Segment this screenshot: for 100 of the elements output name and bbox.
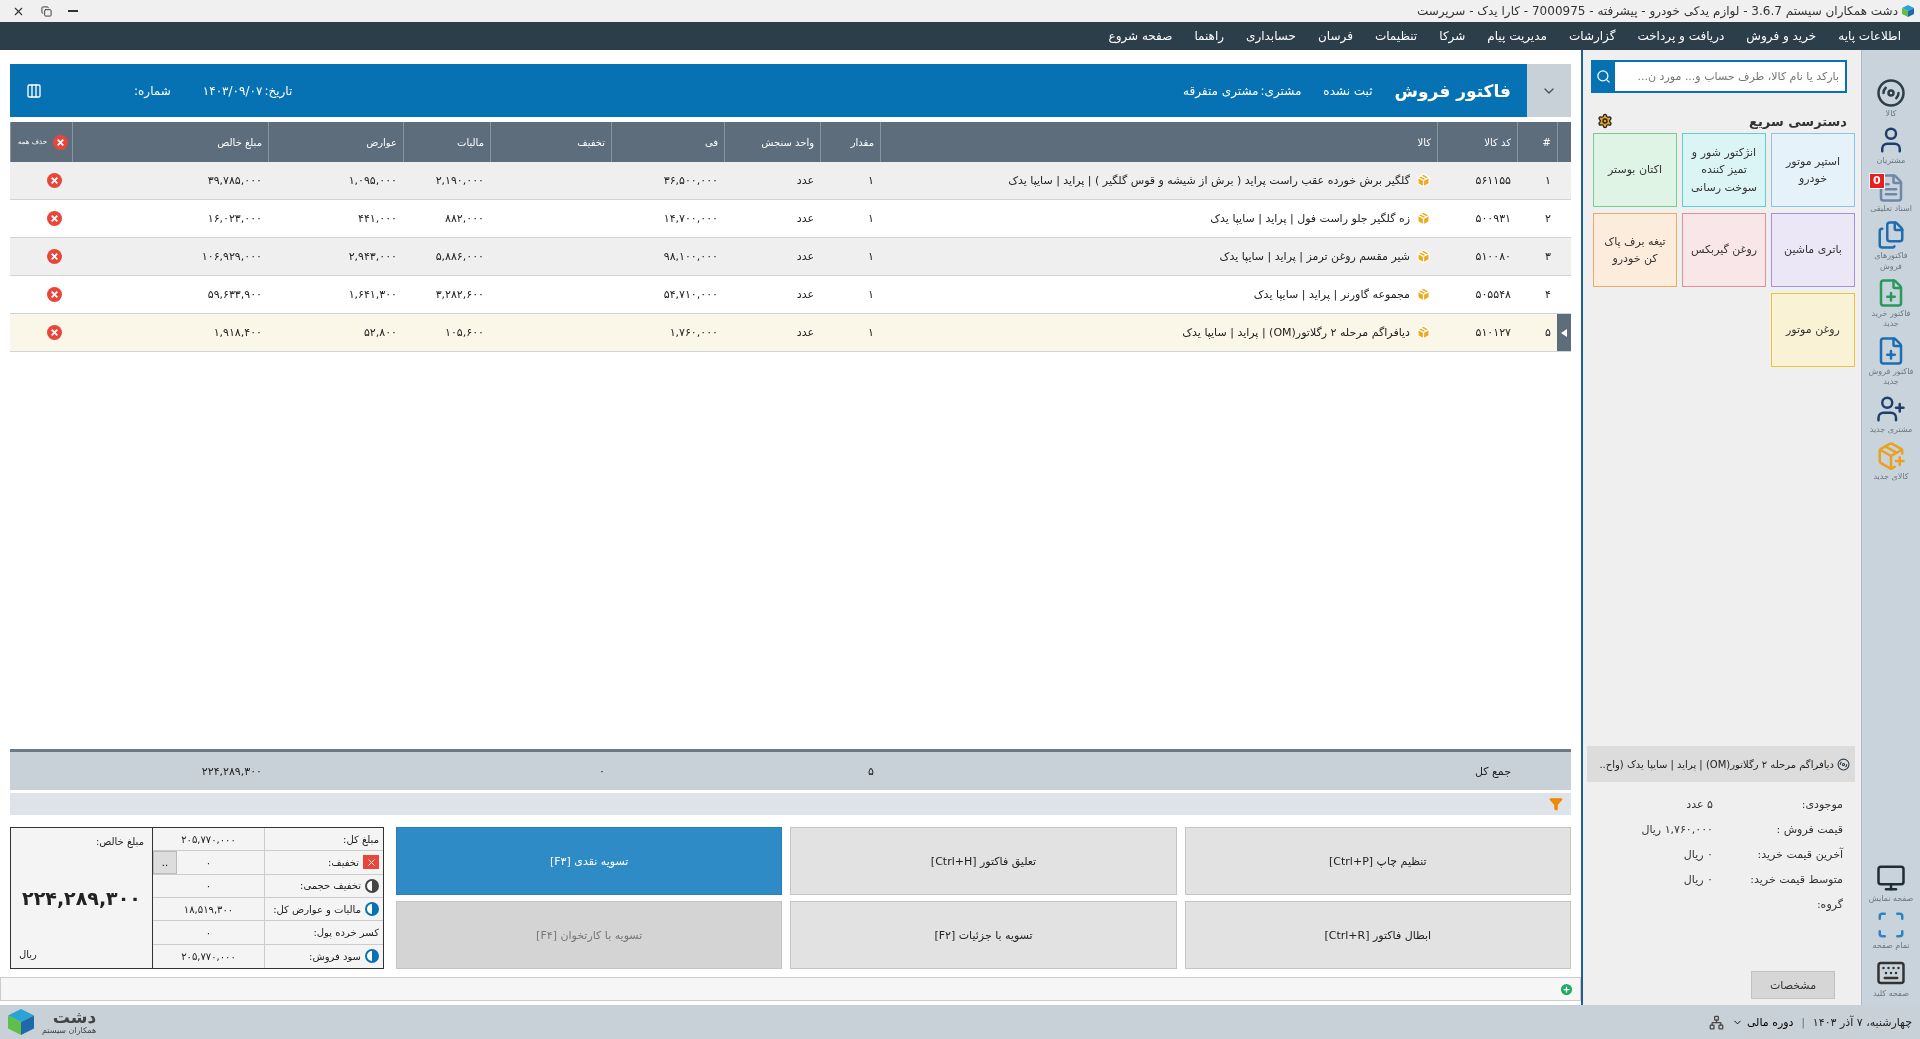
table-cell: عدد [796, 212, 814, 225]
table-row[interactable]: ۵ ۵۱۰۱۲۷ دیافراگم مرحله ۲ رگلاتور(OM) | پراید | سایپا یدک ۱ عدد ۱,۷۶۰,۰۰۰ ۱۰۵,۶۰۰ ۵۲,۸۰۰ ۱,۹۱۸,۴۰۰ [10, 314, 1571, 352]
section-title: دسترسی سریع [1749, 113, 1847, 129]
quick-access-tile[interactable]: انژکتور شور و تمیز کننده سوخت رسانی [1682, 133, 1766, 207]
menu-item[interactable]: مدیریت پیام [1476, 29, 1558, 43]
table-cell: ۲ [1545, 212, 1551, 225]
invoice-title: فاکتور فروش [1394, 80, 1511, 101]
table-cell: ۱۰۶,۹۲۹,۰۰۰ [201, 250, 262, 263]
window-title: دشت همکاران سیستم 3.6.7 - لوازم یدکی خودرو - پیشرفته - 7000975 - کارا یدک - سرپرست [1416, 4, 1898, 18]
quick-access-tile[interactable]: روغن گیربکس [1682, 213, 1766, 287]
quick-access-tile[interactable]: باتری ماشین [1771, 213, 1855, 287]
quick-access-tile[interactable]: استپر موتور خودرو [1771, 133, 1855, 207]
specs-button[interactable]: مشخصات [1751, 971, 1835, 999]
field-value: ۱,۷۶۰,۰۰۰ ریال [1640, 823, 1713, 836]
action-button[interactable]: تسویه با جزئیات [F۲] [790, 901, 1177, 969]
summary-label: تخفیف حجمی: [300, 880, 361, 892]
toggle[interactable] [365, 902, 379, 917]
product-name: دیافراگم مرحله ۲ رگلاتور(OM) | پراید | سایپا یدک (واح.. [1599, 758, 1834, 770]
columns-icon[interactable] [26, 82, 42, 99]
table-cell: مجموعه گاورنر | پراید | سایپا یدک [1253, 288, 1410, 301]
triangle-icon [1561, 328, 1567, 337]
fullscreen-icon [1876, 910, 1906, 941]
search-button[interactable] [1591, 60, 1615, 93]
network-icon [1708, 1014, 1724, 1030]
table-cell: ۵۰۰۹۳۱ [1475, 212, 1511, 225]
menu-item[interactable]: گزارشات [1557, 29, 1627, 43]
quick-access-tile[interactable]: اکتان بوستر [1593, 133, 1677, 207]
menu-item[interactable]: خرید و فروش [1735, 29, 1828, 43]
field-label: قیمت فروش : [1775, 823, 1843, 836]
menu-item[interactable]: شرکا [1428, 29, 1477, 43]
table-cell: ۱۴,۷۰۰,۰۰۰ [663, 212, 718, 225]
table-cell: ۲۲۴,۲۸۹,۳۰۰ [201, 764, 262, 778]
table-cell: ۱ [868, 326, 874, 339]
wheel-icon [1876, 78, 1906, 108]
action-button[interactable]: تعلیق فاکتور [Ctrl+H] [790, 827, 1177, 895]
table-cell: ۵,۸۸۶,۰۰۰ [435, 250, 484, 263]
currency-label: ریال [19, 949, 37, 960]
period-dropdown[interactable]: دوره مالی [1731, 1015, 1794, 1029]
toggle[interactable] [365, 878, 379, 893]
menu-item[interactable]: فرسان [1307, 29, 1364, 43]
restore-icon [41, 5, 52, 17]
close-icon [365, 857, 377, 868]
table-cell: ۱۶,۰۲۳,۰۰۰ [207, 212, 262, 225]
table-cell: ۱ [868, 212, 874, 225]
summary-label: مبلغ کل: [343, 833, 379, 845]
date-label: تاریخ: [264, 83, 293, 98]
invoice-date: ۱۴۰۳/۰۹/۰۷ [202, 83, 263, 98]
summary-value: ۲۰۵,۷۷۰,۰۰۰ [181, 950, 236, 962]
box-icon [1416, 287, 1431, 302]
quick-access-tile[interactable]: تیغه برف پاک کن خودرو [1593, 213, 1677, 287]
field-label: گروه: [1815, 898, 1843, 911]
clear-discount-button[interactable] [363, 855, 379, 870]
table-cell: ۲,۱۹۰,۰۰۰ [435, 174, 484, 187]
menu-item[interactable]: دریافت و پرداخت [1626, 29, 1736, 43]
search-field[interactable]: بارکد یا نام کالا، طرف حساب و... مورد ن... [1615, 60, 1847, 93]
table-cell: ۱,۷۶۰,۰۰۰ [669, 326, 718, 339]
delete-icon [47, 249, 62, 264]
table-row[interactable]: ۳ ۵۱۰۰۸۰ شیر مقسم روغن ترمز | پراید | سایپا یدک ۱ عدد ۹۸,۱۰۰,۰۰۰ ۵,۸۸۶,۰۰۰ ۲,۹۴۳,۰۰۰ ۱۰۶,۹۲۹,۰۰۰ [10, 238, 1571, 276]
more-button[interactable]: .. [153, 851, 177, 874]
search-icon [1595, 69, 1611, 84]
action-button[interactable]: تنظیم چاپ [Ctrl+P] [1184, 827, 1571, 895]
table-cell: ۱ [868, 250, 874, 263]
delete-icon [47, 211, 62, 226]
table-cell: ۵۹,۶۳۳,۹۰۰ [207, 288, 262, 301]
action-button[interactable]: ابطال فاکتور [Ctrl+R] [1184, 901, 1571, 969]
table-cell: ۱ [1545, 174, 1551, 187]
menu-item[interactable]: تنظیمات [1363, 29, 1429, 43]
table-cell: شیر مقسم روغن ترمز | پراید | سایپا یدک [1219, 250, 1410, 263]
table-cell: ۳۶,۵۰۰,۰۰۰ [663, 174, 718, 187]
summary-label: مالیات و عوارض کل: [273, 903, 361, 915]
menu-item[interactable]: اطلاعات پایه [1827, 29, 1912, 43]
totals-label: جمع کل [1474, 764, 1511, 778]
field-label: موجودی: [1800, 798, 1843, 811]
table-cell: ۹۸,۱۰۰,۰۰۰ [663, 250, 718, 263]
field-label: آخرین قیمت خرید: [1756, 848, 1843, 861]
table-cell: دیافراگم مرحله ۲ رگلاتور(OM) | پراید | سایپا یدک [1182, 326, 1410, 339]
count-badge: 0 [1869, 172, 1885, 190]
box-plus-icon [1876, 440, 1906, 471]
table-cell: عدد [796, 326, 814, 339]
table-row[interactable]: ۱ ۵۶۱۱۵۵ گلگیر برش خورده عقب راست پراید ( برش از شیشه و قوس گلگیر ) | پراید | سایپا یدک ۱ عدد ۳۶,۵۰۰,۰۰۰ ۲,۱۹۰,۰۰۰ ۱,۰۹۵,۰۰۰ ۳۹,۷۸۵,۰۰۰ [10, 162, 1571, 200]
summary-value: ۰ [205, 857, 212, 868]
table-cell: ۴ [1545, 288, 1551, 301]
box-icon [1416, 173, 1431, 188]
box-icon [1416, 325, 1431, 340]
toggle[interactable] [365, 949, 379, 964]
action-button[interactable]: تسویه نقدی [F۳] [396, 827, 783, 895]
add-icon[interactable] [1559, 981, 1574, 997]
settings-icon[interactable] [1597, 113, 1613, 129]
menu-item[interactable]: حسابداری [1235, 29, 1307, 43]
menu-item[interactable]: صفحه شروع [1097, 29, 1184, 43]
table-cell: ۱,۶۴۱,۳۰۰ [348, 288, 397, 301]
summary-label: کسر خرده پول: [313, 927, 379, 938]
quick-access-tile[interactable]: روغن موتور [1771, 293, 1855, 367]
menu-item[interactable]: راهنما [1183, 29, 1236, 43]
status-date: چهارشنبه، ۷ آذر ۱۴۰۳ [1812, 1015, 1912, 1029]
logo-icon [8, 1009, 34, 1035]
table-cell: ۱ [868, 288, 874, 301]
table-cell: ۱,۹۱۸,۴۰۰ [213, 326, 262, 339]
delete-icon [53, 134, 68, 150]
table-cell: ۳ [1545, 250, 1551, 263]
